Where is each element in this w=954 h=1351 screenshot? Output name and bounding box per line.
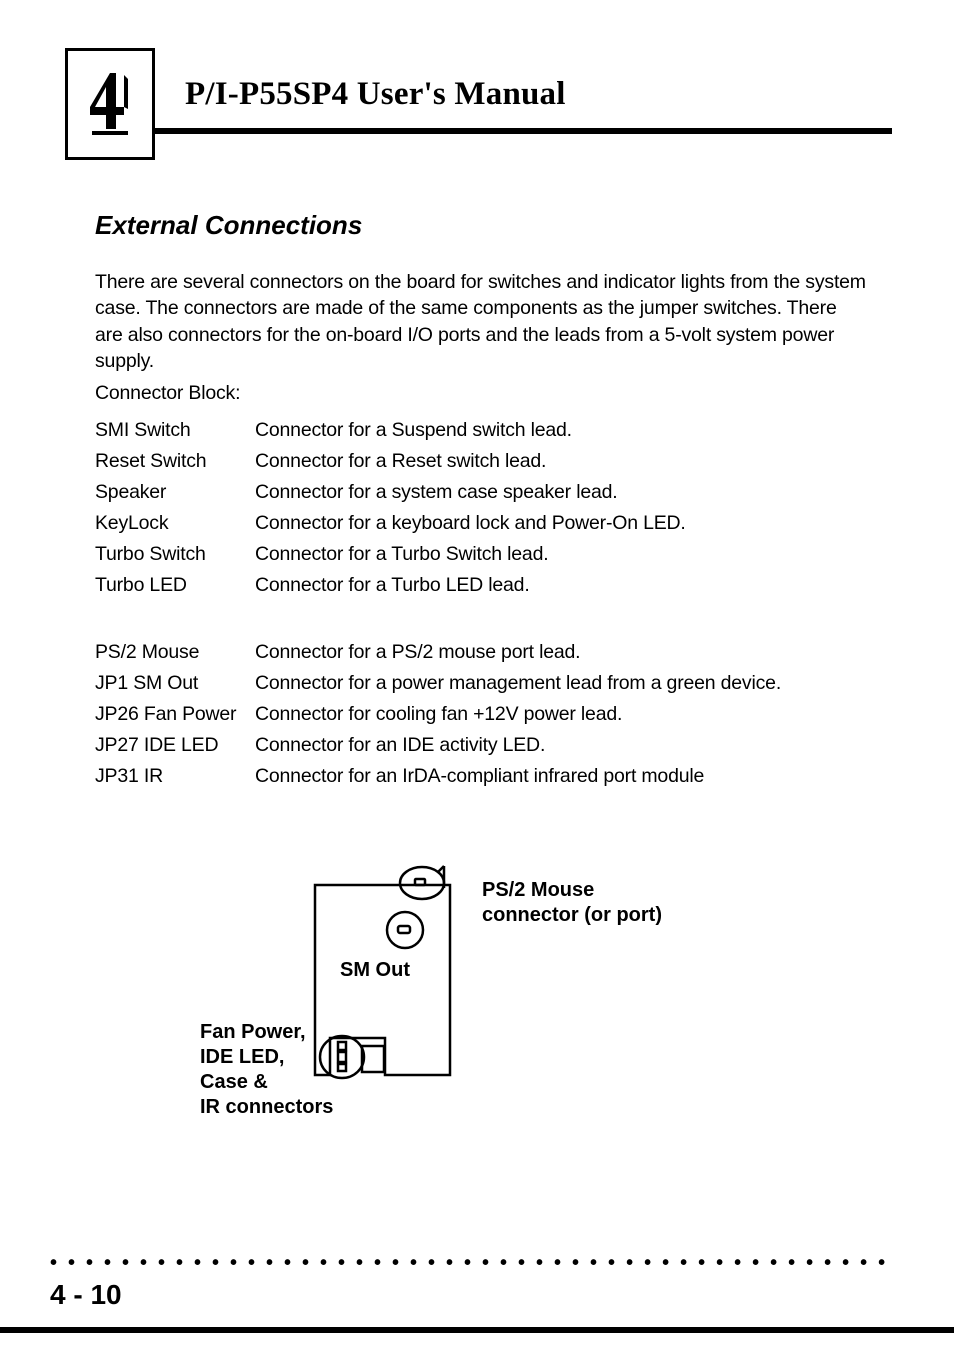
manual-title: P/I-P55SP4 User's Manual bbox=[185, 76, 566, 113]
table-row: JP31 IRConnector for an IrDA-compliant i… bbox=[95, 761, 869, 792]
connector-desc: Connector for a Suspend switch lead. bbox=[255, 415, 869, 446]
connector-desc: Connector for an IrDA-compliant infrared… bbox=[255, 761, 869, 792]
connector-name: SMI Switch bbox=[95, 415, 255, 446]
header-rule bbox=[155, 128, 892, 134]
diagram-label-text: PS/2 Mouse bbox=[482, 879, 594, 901]
table-row: PS/2 MouseConnector for a PS/2 mouse por… bbox=[95, 637, 869, 668]
connector-name: JP31 IR bbox=[95, 761, 255, 792]
table-row: Turbo SwitchConnector for a Turbo Switch… bbox=[95, 539, 869, 570]
connector-desc: Connector for a Turbo LED lead. bbox=[255, 570, 869, 601]
page-header: P/I-P55SP4 User's Manual bbox=[65, 48, 892, 160]
page-content: External Connections There are several c… bbox=[95, 210, 869, 792]
section-title: External Connections bbox=[95, 210, 869, 241]
connector-desc: Connector for a PS/2 mouse port lead. bbox=[255, 637, 869, 668]
footer-dot-leader: ••••••••••••••••••••••••••••••••••••••••… bbox=[50, 1252, 892, 1266]
connector-desc: Connector for cooling fan +12V power lea… bbox=[255, 699, 869, 730]
connector-name: KeyLock bbox=[95, 508, 255, 539]
diagram-label-sm-out: SM Out bbox=[340, 958, 410, 983]
diagram-label-text: Fan Power, bbox=[200, 1021, 306, 1043]
table-row: SpeakerConnector for a system case speak… bbox=[95, 477, 869, 508]
connector-desc: Connector for an IDE activity LED. bbox=[255, 730, 869, 761]
connector-desc: Connector for a Turbo Switch lead. bbox=[255, 539, 869, 570]
table-row: Turbo LEDConnector for a Turbo LED lead. bbox=[95, 570, 869, 601]
table-row: KeyLockConnector for a keyboard lock and… bbox=[95, 508, 869, 539]
connector-name: Speaker bbox=[95, 477, 255, 508]
diagram-label-ps2: PS/2 Mouse connector (or port) bbox=[482, 878, 662, 928]
manual-page: P/I-P55SP4 User's Manual External Connec… bbox=[0, 0, 954, 1351]
footer-rule bbox=[0, 1327, 954, 1333]
diagram-label-text: IDE LED, bbox=[200, 1046, 284, 1068]
diagram-label-text: Case & bbox=[200, 1071, 268, 1093]
table-row: Reset SwitchConnector for a Reset switch… bbox=[95, 446, 869, 477]
connector-name: Turbo Switch bbox=[95, 539, 255, 570]
chapter-number-glyph bbox=[86, 69, 134, 139]
connector-desc: Connector for a system case speaker lead… bbox=[255, 477, 869, 508]
connector-name: Reset Switch bbox=[95, 446, 255, 477]
connector-desc: Connector for a keyboard lock and Power-… bbox=[255, 508, 869, 539]
diagram-label-text: connector (or port) bbox=[482, 904, 662, 926]
table-gap bbox=[95, 601, 869, 637]
connector-name: JP26 Fan Power bbox=[95, 699, 255, 730]
board-diagram: SM Out PS/2 Mouse connector (or port) Fa… bbox=[200, 860, 700, 1160]
connector-block-label: Connector Block: bbox=[95, 382, 869, 405]
table-row: JP1 SM OutConnector for a power manageme… bbox=[95, 668, 869, 699]
connector-name: JP1 SM Out bbox=[95, 668, 255, 699]
connector-table-1: SMI SwitchConnector for a Suspend switch… bbox=[95, 415, 869, 792]
diagram-label-left-cluster: Fan Power, IDE LED, Case & IR connectors bbox=[200, 1020, 333, 1120]
chapter-number-box bbox=[65, 48, 155, 160]
connector-name: Turbo LED bbox=[95, 570, 255, 601]
connector-desc: Connector for a Reset switch lead. bbox=[255, 446, 869, 477]
connector-name: PS/2 Mouse bbox=[95, 637, 255, 668]
connector-desc: Connector for a power management lead fr… bbox=[255, 668, 869, 699]
diagram-label-text: IR connectors bbox=[200, 1096, 333, 1118]
connector-name: JP27 IDE LED bbox=[95, 730, 255, 761]
page-number: 4 - 10 bbox=[50, 1279, 122, 1311]
table-row: JP26 Fan PowerConnector for cooling fan … bbox=[95, 699, 869, 730]
table-row: JP27 IDE LEDConnector for an IDE activit… bbox=[95, 730, 869, 761]
table-row: SMI SwitchConnector for a Suspend switch… bbox=[95, 415, 869, 446]
intro-paragraph: There are several connectors on the boar… bbox=[95, 269, 869, 374]
